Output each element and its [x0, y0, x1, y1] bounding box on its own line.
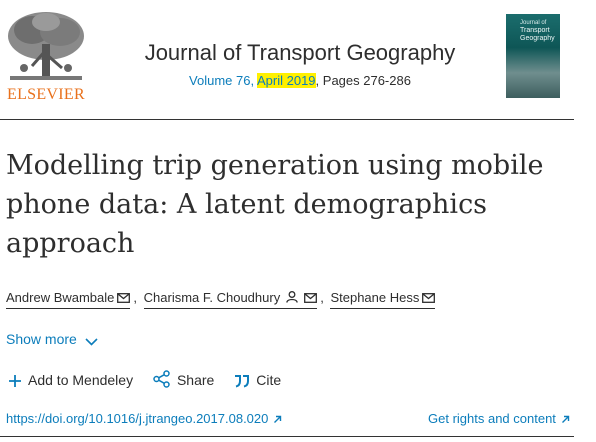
add-to-mendeley-label: Add to Mendeley — [28, 372, 134, 388]
author-separator: , — [320, 290, 324, 305]
chevron-down-icon — [85, 338, 98, 346]
plus-icon — [9, 375, 21, 387]
elsevier-logo[interactable]: ELSEVIER — [2, 10, 90, 106]
share-label: Share — [176, 372, 215, 388]
envelope-icon — [117, 293, 131, 303]
show-more-label: Show more — [6, 331, 77, 347]
person-icon — [286, 291, 299, 303]
author-link[interactable]: Stephane Hess — [330, 290, 436, 309]
article-actions: Add to Mendeley Share Cite — [8, 370, 297, 388]
author-link[interactable]: Andrew Bwambale — [6, 290, 131, 309]
footer-divider — [0, 436, 574, 437]
show-more-button[interactable]: Show more — [6, 331, 98, 347]
elsevier-wordmark: ELSEVIER — [7, 86, 85, 103]
page-range: , Pages 276-286 — [315, 73, 411, 88]
journal-header: ELSEVIER Journal of Transport Geography … — [0, 0, 596, 120]
cover-small-text: Journal of — [520, 20, 547, 26]
cite-label: Cite — [256, 372, 282, 388]
author-list: Andrew Bwambale, Charisma F. Choudhury, … — [6, 290, 436, 309]
journal-cover-thumbnail[interactable]: Journal of Transport Geography — [506, 14, 560, 98]
quote-icon — [235, 375, 250, 388]
get-rights-link[interactable]: Get rights and content — [428, 411, 570, 426]
author-name: Charisma F. Choudhury — [143, 290, 281, 305]
external-link-icon — [561, 415, 570, 423]
envelope-icon — [304, 293, 318, 303]
external-link-icon — [274, 415, 282, 423]
share-icon — [153, 370, 170, 388]
author-name: Andrew Bwambale — [6, 290, 115, 305]
envelope-icon — [422, 293, 436, 303]
cite-button[interactable]: Cite — [234, 372, 281, 388]
volume-link[interactable]: Volume 76 — [189, 73, 250, 88]
article-title: Modelling trip generation using mobile p… — [6, 150, 544, 259]
journal-title[interactable]: Journal of Transport Geography — [120, 40, 480, 66]
elsevier-tree-icon — [8, 12, 84, 80]
cover-title-text: Transport Geography — [520, 27, 555, 42]
header-divider — [0, 119, 574, 120]
doi-link[interactable]: https://doi.org/10.1016/j.jtrangeo.2017.… — [6, 411, 282, 426]
issue-date-highlighted[interactable]: April 2019 — [257, 73, 316, 88]
share-button[interactable]: Share — [153, 370, 214, 388]
get-rights-text: Get rights and content — [428, 411, 556, 426]
doi-text: https://doi.org/10.1016/j.jtrangeo.2017.… — [6, 411, 269, 426]
journal-issue-info: Volume 76, April 2019, Pages 276-286 — [120, 73, 480, 88]
add-to-mendeley-button[interactable]: Add to Mendeley — [8, 372, 133, 388]
author-separator: , — [133, 290, 138, 305]
author-name: Stephane Hess — [330, 290, 420, 305]
author-link[interactable]: Charisma F. Choudhury — [143, 290, 318, 309]
